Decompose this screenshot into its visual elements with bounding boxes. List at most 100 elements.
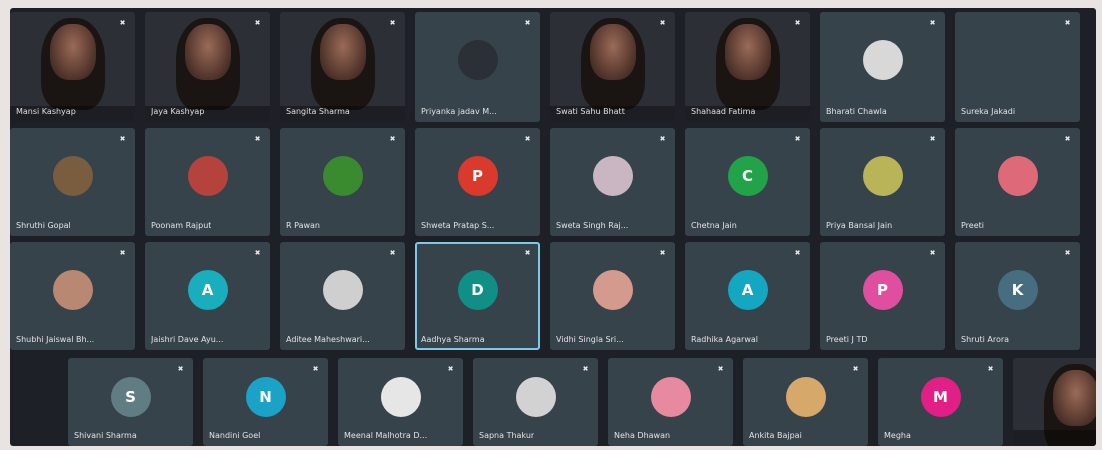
mic-muted-icon: ✖: [794, 249, 801, 257]
participant-avatar: A: [727, 269, 768, 310]
participant-name: Swati Sahu Bhatt: [556, 107, 625, 116]
participant-avatar: [457, 40, 498, 81]
participant-avatar: [650, 376, 691, 417]
participant-tile[interactable]: ✖ Priya Bansal Jain: [820, 128, 945, 236]
mic-muted-icon: ✖: [389, 19, 396, 27]
participant-avatar: [52, 269, 93, 310]
participant-avatar: [997, 155, 1038, 196]
participant-tile[interactable]: A ✖ Jaishri Dave Ayu...: [145, 242, 270, 350]
participant-tile[interactable]: ✖ Sapna Thakur: [473, 358, 598, 446]
participant-tile[interactable]: ✖ Meenal Malhotra D...: [338, 358, 463, 446]
participant-tile[interactable]: ✖ R Pawan: [280, 128, 405, 236]
participant-name: Priyanka jadav M...: [421, 107, 497, 116]
participant-tile[interactable]: ✖ Mansi Kashyap: [10, 12, 135, 122]
participant-video-face: [184, 24, 231, 80]
participant-name: Shivani Sharma: [74, 431, 137, 440]
participant-tile[interactable]: K ✖ Shruti Arora: [955, 242, 1080, 350]
participant-name: Radhika Agarwal: [691, 335, 759, 344]
participant-tile[interactable]: C ✖ Chetna Jain: [685, 128, 810, 236]
participant-avatar: [862, 40, 903, 81]
participant-avatar: [187, 155, 228, 196]
participant-name: Preeti J TD: [826, 335, 868, 344]
participant-name: Preeti: [961, 221, 984, 230]
participant-avatar: [998, 40, 1038, 80]
mic-muted-icon: ✖: [389, 249, 396, 257]
participant-tile[interactable]: ✖: [1013, 358, 1096, 446]
participant-tile[interactable]: ✖ Sangita Sharma: [280, 12, 405, 122]
participant-avatar: N: [245, 376, 286, 417]
mic-muted-icon: ✖: [312, 365, 319, 373]
participant-tile[interactable]: ✖ Swati Sahu Bhatt: [550, 12, 675, 122]
participant-name: Shruthi Gopal: [16, 221, 71, 230]
participant-avatar: [785, 376, 826, 417]
mic-muted-icon: ✖: [524, 135, 531, 143]
mic-muted-icon: ✖: [524, 249, 531, 257]
participant-name: Shubhi Jaiswal Bh...: [16, 335, 95, 344]
participant-tile[interactable]: ✖ Jaya Kashyap: [145, 12, 270, 122]
mic-muted-icon: ✖: [119, 249, 126, 257]
participant-name: Chetna Jain: [691, 221, 737, 230]
meeting-gallery-view: ✖ Mansi Kashyap ✖ Jaya Kashyap ✖ Sangita Shar…: [10, 8, 1096, 446]
participant-video-face: [589, 24, 636, 80]
participant-tile[interactable]: ✖ Aditee Maheshwari...: [280, 242, 405, 350]
mic-muted-icon: ✖: [524, 19, 531, 27]
participant-tile[interactable]: ✖ Bharati Chawla: [820, 12, 945, 122]
participant-avatar: P: [862, 269, 903, 310]
participant-name: Sangita Sharma: [286, 107, 350, 116]
participant-tile[interactable]: P ✖ Preeti J TD: [820, 242, 945, 350]
mic-muted-icon: ✖: [1064, 135, 1071, 143]
mic-muted-icon: ✖: [119, 19, 126, 27]
participant-name: Aditee Maheshwari...: [286, 335, 370, 344]
participant-name: Bharati Chawla: [826, 107, 887, 116]
participant-tile[interactable]: M ✖ Megha: [878, 358, 1003, 446]
participant-name: Jaishri Dave Ayu...: [151, 335, 224, 344]
participant-avatar: [322, 155, 363, 196]
participant-name: Shweta Pratap S...: [421, 221, 495, 230]
participant-name: Nandini Goel: [209, 431, 261, 440]
participant-name: Poonam Rajput: [151, 221, 212, 230]
participant-tile[interactable]: ✖ Neha Dhawan: [608, 358, 733, 446]
participant-tile[interactable]: ✖ Sureka Jakadi: [955, 12, 1080, 122]
participant-avatar: [592, 269, 633, 310]
participant-avatar: K: [997, 269, 1038, 310]
participant-tile[interactable]: S ✖ Shivani Sharma: [68, 358, 193, 446]
participant-name: Ankita Bajpai: [749, 431, 802, 440]
participant-avatar: [592, 155, 633, 196]
mic-muted-icon: ✖: [254, 249, 261, 257]
mic-muted-icon: ✖: [852, 365, 859, 373]
participant-tile[interactable]: ✖ Priyanka jadav M...: [415, 12, 540, 122]
participant-avatar: [515, 376, 556, 417]
mic-muted-icon: ✖: [717, 365, 724, 373]
participant-tile[interactable]: D ✖ Aadhya Sharma: [415, 242, 540, 350]
participant-video-face: [1052, 370, 1096, 426]
participant-tile[interactable]: A ✖ Radhika Agarwal: [685, 242, 810, 350]
participant-tile[interactable]: ✖ Poonam Rajput: [145, 128, 270, 236]
participant-name: Priya Bansal Jain: [826, 221, 893, 230]
participant-name: Neha Dhawan: [614, 431, 671, 440]
participant-name: Sapna Thakur: [479, 431, 535, 440]
participant-tile[interactable]: P ✖ Shweta Pratap S...: [415, 128, 540, 236]
mic-muted-icon: ✖: [929, 135, 936, 143]
participant-tile[interactable]: ✖ Sweta Singh Raj...: [550, 128, 675, 236]
participant-tile[interactable]: ✖ Vidhi Singla Sri...: [550, 242, 675, 350]
participant-tile[interactable]: N ✖ Nandini Goel: [203, 358, 328, 446]
mic-muted-icon: ✖: [794, 19, 801, 27]
mic-muted-icon: ✖: [1064, 249, 1071, 257]
participant-tile[interactable]: ✖ Shubhi Jaiswal Bh...: [10, 242, 135, 350]
participant-name: Jaya Kashyap: [151, 107, 205, 116]
participant-avatar: [52, 155, 93, 196]
mic-muted-icon: ✖: [119, 135, 126, 143]
participant-avatar: A: [187, 269, 228, 310]
participant-tile[interactable]: ✖ Ankita Bajpai: [743, 358, 868, 446]
participant-tile[interactable]: ✖ Shruthi Gopal: [10, 128, 135, 236]
participant-video-face: [724, 24, 771, 80]
participant-name: Sweta Singh Raj...: [556, 221, 629, 230]
participant-name: Sureka Jakadi: [961, 107, 1016, 116]
participant-tile[interactable]: ✖ Preeti: [955, 128, 1080, 236]
participant-avatar: [380, 376, 421, 417]
mic-muted-icon: ✖: [659, 19, 666, 27]
mic-muted-icon: ✖: [659, 135, 666, 143]
mic-muted-icon: ✖: [254, 135, 261, 143]
participant-tile[interactable]: ✖ Shahaad Fatima: [685, 12, 810, 122]
participant-name: Shruti Arora: [961, 335, 1010, 344]
